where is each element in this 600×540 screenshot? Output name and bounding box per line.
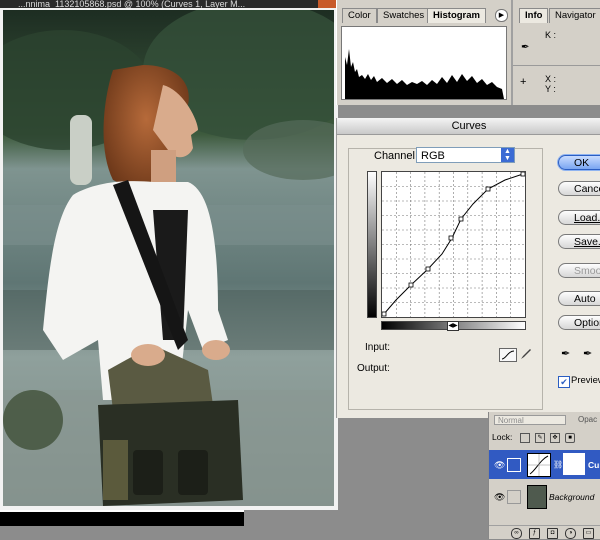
- layer-style-icon[interactable]: ƒ: [529, 528, 540, 539]
- cancel-label: Cancel: [574, 183, 600, 195]
- chain-link-icon: ⛓: [553, 460, 564, 469]
- lock-position-icon[interactable]: ✥: [550, 433, 560, 443]
- load-label: Load...: [574, 212, 600, 224]
- tab-navigator[interactable]: Navigator: [549, 8, 600, 23]
- smooth-button[interactable]: Smooth: [558, 263, 600, 278]
- options-button[interactable]: Options...: [558, 315, 600, 330]
- cancel-button[interactable]: Cancel: [558, 181, 600, 196]
- save-label: Save...: [574, 236, 600, 248]
- curve-tool-icon[interactable]: [499, 348, 517, 362]
- adjustment-layer-icon[interactable]: ◑: [565, 528, 576, 539]
- document-status-bar: [0, 510, 244, 526]
- layer-row-background[interactable]: 👁 Background: [489, 482, 600, 511]
- curve-graph[interactable]: [381, 171, 526, 318]
- auto-label: Auto: [574, 293, 596, 305]
- chevron-updown-icon: ▲ ▼: [501, 148, 514, 162]
- smooth-label: Smooth: [574, 265, 600, 277]
- preview-label: Preview: [571, 375, 600, 386]
- gray-eyedropper-icon[interactable]: ✒: [583, 347, 592, 360]
- new-group-icon[interactable]: ▭: [583, 528, 594, 539]
- eye-icon[interactable]: 👁: [494, 492, 505, 503]
- curves-adjustment-icon: [527, 453, 551, 477]
- layer-name-curves: Cur: [588, 460, 600, 470]
- ok-label: OK: [574, 157, 590, 169]
- save-button[interactable]: Save...: [558, 234, 600, 249]
- layer-link-box[interactable]: [507, 458, 521, 472]
- layer-row-curves[interactable]: 👁 ⛓ Cur: [489, 450, 600, 479]
- tab-histogram[interactable]: Histogram: [427, 8, 486, 23]
- tab-color[interactable]: Color: [342, 8, 377, 23]
- load-button[interactable]: Load...: [558, 210, 600, 225]
- eyedropper-icon: ✒: [521, 42, 530, 53]
- dialog-title[interactable]: Curves: [337, 118, 600, 135]
- layer-mask-thumbnail[interactable]: [563, 453, 585, 475]
- document-title-bar[interactable]: ...nnima_1132105868.psd @ 100% (Curves 1…: [0, 0, 338, 8]
- lock-image-icon[interactable]: ✎: [535, 433, 545, 443]
- gradient-toggle-icon[interactable]: ◀▶: [447, 321, 459, 331]
- black-eyedropper-icon[interactable]: ✒: [561, 347, 570, 360]
- ok-button[interactable]: OK: [558, 155, 600, 170]
- output-gradient-bar: [367, 171, 377, 318]
- opacity-label: Opac: [578, 415, 598, 424]
- x-label: X :: [545, 74, 557, 84]
- crosshair-icon: +: [520, 76, 527, 88]
- blend-mode-select[interactable]: Normal: [494, 415, 566, 425]
- photo-image: [3, 10, 334, 506]
- play-arrow-icon[interactable]: ▶: [495, 9, 508, 22]
- document-close-button[interactable]: [318, 0, 336, 8]
- k-label: K :: [545, 30, 557, 40]
- pencil-icon[interactable]: [520, 348, 532, 360]
- y-label: Y :: [545, 84, 556, 94]
- eye-icon[interactable]: 👁: [494, 460, 505, 471]
- tab-swatches[interactable]: Swatches: [377, 8, 431, 23]
- add-mask-icon[interactable]: ◘: [547, 528, 558, 539]
- background-thumbnail: [527, 485, 547, 509]
- tab-info[interactable]: Info: [519, 8, 549, 23]
- input-label: Input:: [365, 342, 391, 353]
- channel-label: Channel:: [374, 150, 419, 162]
- auto-button[interactable]: Auto: [558, 291, 600, 306]
- options-label: Options...: [574, 317, 600, 329]
- link-layers-icon[interactable]: ∞: [511, 528, 522, 539]
- eyedropper-group: ✒ ✒: [559, 347, 599, 361]
- lock-transparency-icon[interactable]: [520, 433, 530, 443]
- document-title: ...nnima_1132105868.psd @ 100% (Curves 1…: [18, 0, 246, 8]
- channel-select[interactable]: RGB ▲ ▼: [416, 147, 515, 163]
- channel-value: RGB: [421, 150, 445, 162]
- histogram-palette: Color Swatches Histogram ▶: [336, 0, 511, 105]
- lock-all-icon[interactable]: ■: [565, 433, 575, 443]
- info-divider: [513, 65, 600, 66]
- output-label: Output:: [357, 363, 390, 374]
- curves-dialog: Curves Channel: RGB ▲ ▼ ◀▶ Input: Output…: [336, 118, 600, 418]
- layers-palette: Normal Opac Lock: ✎ ✥ ■ 👁 ⛓ Cur 👁 Backgr…: [488, 412, 600, 539]
- layer-link-box[interactable]: [507, 490, 521, 504]
- preview-checkbox[interactable]: ✔: [558, 376, 570, 388]
- lock-label: Lock:: [492, 432, 513, 442]
- layer-name-background: Background: [549, 492, 595, 502]
- layers-footer: ∞ ƒ ◘ ◑ ▭: [489, 525, 600, 540]
- histogram-display: [341, 26, 507, 100]
- info-palette: Info Navigator ✒ K : + X : Y :: [511, 0, 600, 105]
